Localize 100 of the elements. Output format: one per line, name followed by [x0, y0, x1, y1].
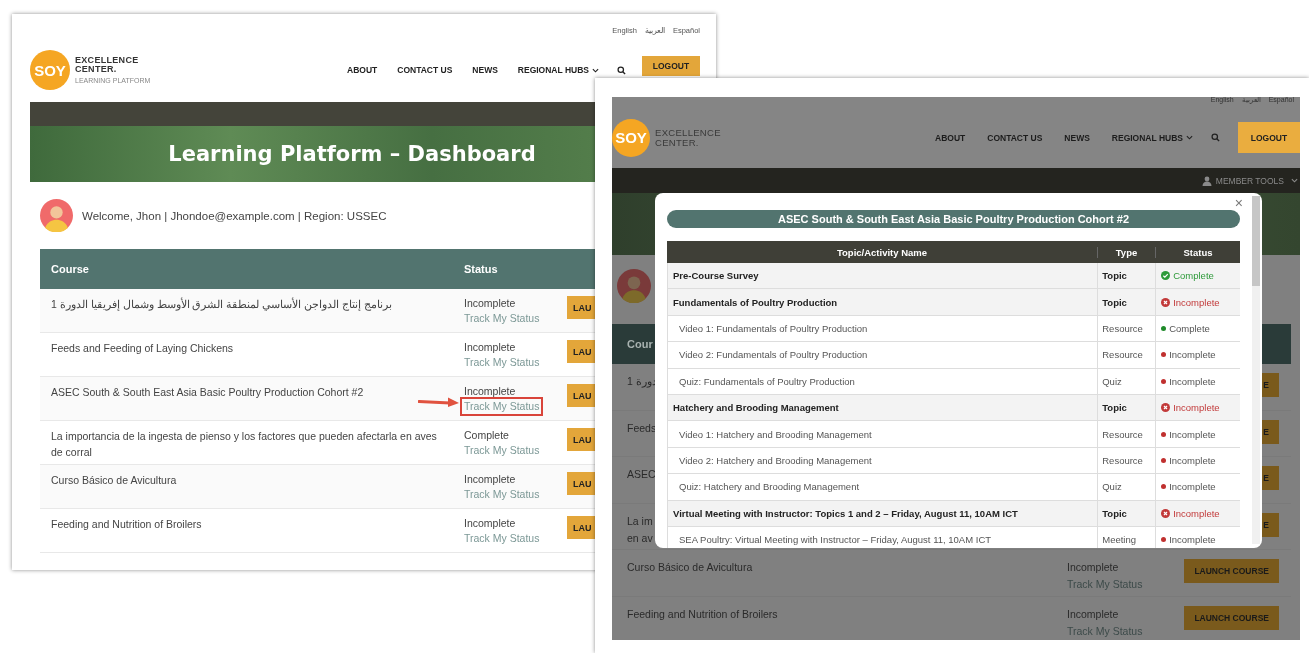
activity-name: Quiz: Fundamentals of Poultry Production	[668, 368, 1099, 394]
course-title: Curso Básico de Avicultura	[627, 560, 753, 575]
activity-name: Virtual Meeting with Instructor: Topics 1 and 2 – Friday, August 11, 10AM ICT	[668, 500, 1099, 526]
activity-type: Resource	[1098, 421, 1157, 447]
activity-type: Quiz	[1098, 368, 1157, 394]
dialog-title: ASEC South & South East Asia Basic Poultry Production Cohort #2	[667, 210, 1240, 228]
activity-type: Resource	[1098, 342, 1157, 368]
caret-icon	[1186, 135, 1193, 140]
search-icon[interactable]	[617, 65, 626, 75]
user-icon	[1201, 175, 1212, 186]
course-title: برنامج إنتاج الدواجن الأساسي لمنطقة الشرق الأوسط وشمال إفريقيا الدورة 1	[51, 296, 394, 312]
status-text: Incomplete	[1169, 534, 1216, 546]
activity-type: Quiz	[1098, 474, 1157, 500]
column-header: Cour	[626, 338, 654, 350]
track-status-link[interactable]: Track My Status	[462, 399, 542, 414]
nav-link[interactable]: ABOUT	[347, 65, 378, 75]
status-text: Incomplete	[1169, 481, 1216, 493]
nav-link[interactable]: NEWS	[1064, 132, 1090, 143]
column-header: Status	[464, 263, 499, 275]
launch-button[interactable]: LAU	[567, 516, 597, 539]
nav-link[interactable]: CONTACT US	[397, 65, 453, 75]
avatar-icon	[40, 199, 73, 232]
activity-name: Fundamentals of Poultry Production	[668, 289, 1099, 315]
activity-type: Topic	[1098, 289, 1157, 315]
activity-type: Resource	[1098, 315, 1157, 342]
status-text: Incomplete	[464, 516, 517, 531]
nav-link[interactable]: REGIONAL HUBS	[1111, 132, 1193, 143]
logout-button[interactable]: LOGOUT	[1238, 122, 1300, 153]
activity-type: Topic	[1098, 394, 1157, 421]
nav-link[interactable]: NEWS	[472, 65, 498, 75]
status-text: Incomplete	[1169, 454, 1216, 466]
avatar-icon	[617, 269, 651, 303]
status-text: Incomplete	[1067, 560, 1120, 575]
activity-name: Quiz: Hatchery and Brooding Management	[668, 474, 1099, 500]
logo-text: CENTER.	[75, 65, 118, 75]
activity-type: Topic	[1098, 500, 1157, 526]
course-title: Curso Básico de Avicultura	[51, 473, 178, 488]
column-header: Topic/Activity Name	[667, 246, 1098, 258]
status-text: Incomplete	[1169, 349, 1216, 361]
logout-button[interactable]: LOGOUT	[642, 56, 700, 76]
activity-name: Pre-Course Survey	[668, 263, 1099, 289]
caret-icon	[1291, 178, 1298, 183]
status-text: Incomplete	[1173, 296, 1220, 308]
course-title: La importancia de la ingesta de pienso y los factores que pueden afectarla en aves de corral	[51, 429, 438, 460]
launch-button[interactable]: LAU	[567, 428, 597, 451]
activity-name: Hatchery and Brooding Management	[668, 394, 1099, 421]
launch-button[interactable]: LAU	[567, 340, 597, 363]
status-text: Incomplete	[1169, 375, 1216, 387]
track-status-link[interactable]: Track My Status	[462, 443, 542, 458]
track-status-link[interactable]: Track My Status	[462, 531, 542, 546]
welcome-text: Welcome, Jhon | Jhondoe@example.com | Region: USSEC	[82, 209, 387, 222]
status-text: Incomplete	[464, 296, 517, 311]
activity-name: Video 2: Hatchery and Brooding Management	[668, 447, 1099, 474]
course-title: en av	[627, 530, 653, 546]
track-status-link[interactable]: Track My Status	[1067, 622, 1174, 640]
page-title: Learning Platform – Dashboard	[168, 142, 536, 166]
caret-icon	[592, 67, 599, 73]
column-header: Type	[1098, 246, 1156, 258]
course-title: Feeding and Nutrition of Broilers	[51, 517, 203, 532]
status-text: Incomplete	[464, 384, 517, 399]
column-header: Course	[50, 263, 90, 275]
launch-button[interactable]: LAU	[567, 296, 597, 319]
nav-link[interactable]: REGIONAL HUBS	[517, 65, 599, 75]
status-text: Incomplete	[1169, 428, 1216, 440]
activity-type: Resource	[1098, 447, 1157, 474]
status-text: Complete	[1169, 322, 1210, 334]
course-title: Feeding and Nutrition of Broilers	[627, 606, 778, 622]
activity-name: SEA Poultry: Virtual Meeting with Instructor – Friday, August 11, 10AM ICT	[668, 526, 1099, 548]
activity-type: Topic	[1098, 263, 1157, 289]
logo-text: CENTER.	[655, 137, 700, 148]
status-text: Incomplete	[464, 340, 517, 355]
close-button[interactable]: ×	[1234, 196, 1243, 210]
activity-name: Video 2: Fundamentals of Poultry Production	[668, 342, 1099, 368]
logo-mark: SOY	[612, 118, 650, 157]
track-status-link[interactable]: Track My Status	[462, 487, 542, 502]
launch-button[interactable]: LAU	[567, 384, 597, 407]
activity-type: Meeting	[1098, 526, 1157, 548]
track-status-link[interactable]: Track My Status	[1067, 576, 1174, 593]
status-text: Complete	[1173, 270, 1214, 282]
track-status-link[interactable]: Track My Status	[462, 311, 542, 326]
status-text: Incomplete	[1173, 402, 1220, 414]
logo-text: EXCELLENCE	[75, 55, 140, 66]
launch-button[interactable]: LAU	[567, 472, 597, 495]
logo-text: EXCELLENCE	[655, 127, 721, 138]
nav-link[interactable]: CONTACT US	[987, 132, 1043, 143]
column-header: Status	[1182, 246, 1214, 258]
status-text: Incomplete	[1067, 606, 1120, 622]
member-tools-menu[interactable]: MEMBER TOOLS	[1215, 175, 1284, 186]
status-text: Complete	[464, 428, 510, 443]
status-text: Incomplete	[464, 472, 517, 487]
track-status-link[interactable]: Track My Status	[462, 355, 542, 370]
logo-mark: SOY	[30, 50, 70, 90]
nav-link[interactable]: ABOUT	[935, 132, 966, 143]
launch-button[interactable]: LAUNCH COURSE	[1184, 559, 1279, 583]
status-text: Incomplete	[1173, 507, 1220, 519]
scrollbar[interactable]	[1252, 196, 1260, 544]
launch-button[interactable]: LAUNCH COURSE	[1184, 605, 1279, 630]
course-title: Feeds	[627, 420, 657, 436]
course-title: ASEC	[627, 467, 656, 482]
activity-name: Video 1: Hatchery and Brooding Management	[668, 421, 1099, 447]
